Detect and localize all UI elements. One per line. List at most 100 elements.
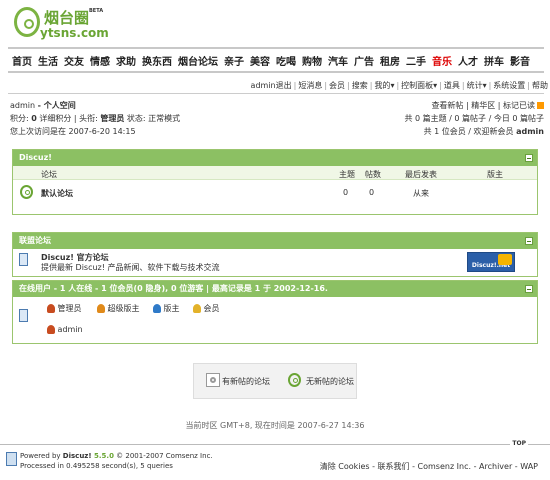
online-title-bar: 在线用户 - 1 人在线 - 1 位会员(0 隐身), 0 位游客 | 最高记录… (13, 281, 537, 297)
items-link[interactable]: 道具 (444, 81, 460, 90)
footer: TOP Powered by Discuz! 5.5.0 © 2001-2007… (0, 440, 550, 480)
new-posts-icon (206, 373, 220, 387)
nav-item-home[interactable]: 首页 (12, 53, 32, 68)
copyright: © 2001-2007 Comsenz Inc. (113, 452, 213, 460)
nav-item-carpool[interactable]: 拼车 (484, 53, 504, 68)
forum-topics: 0 (343, 188, 349, 197)
credits-label: 积分: (10, 114, 32, 123)
processing-time: Processed in 0.495258 second(s), 5 queri… (20, 462, 173, 470)
pm-link[interactable]: 短消息 (298, 81, 322, 90)
divider (8, 93, 544, 94)
logo-cn-text: 烟台圈 (44, 9, 90, 27)
category-title-bar: Discuz! (13, 150, 537, 166)
league-title: 联盟论坛 (19, 236, 51, 245)
credits-detail-link[interactable]: 详细积分 | 头衔: (37, 114, 101, 123)
user-group-legend: 管理员 超级版主 版主 会员 (47, 303, 447, 315)
nav-item-secondhand[interactable]: 二手 (406, 53, 426, 68)
nav-item-ads[interactable]: 广告 (354, 53, 374, 68)
col-lastpost: 最后发表 (405, 170, 437, 179)
nav-item-emotion[interactable]: 情感 (90, 53, 110, 68)
nav-item-swap[interactable]: 换东西 (142, 53, 172, 68)
nav-item-media[interactable]: 影音 (510, 53, 530, 68)
nav-item-music[interactable]: 音乐 (432, 53, 452, 68)
user-status: 状态: 正常模式 (124, 114, 181, 123)
nav-item-cars[interactable]: 汽车 (328, 53, 348, 68)
col-topics: 主题 (339, 170, 355, 179)
help-link[interactable]: 帮助 (532, 81, 548, 90)
quick-links[interactable]: 查看新帖 | 精华区 | 标记已读 (431, 101, 535, 110)
footer-links[interactable]: 清除 Cookies - 联系我们 - Comsenz Inc. - Archi… (320, 461, 538, 472)
collapse-icon[interactable] (525, 285, 533, 293)
online-username[interactable]: admin (58, 325, 83, 334)
logout-link[interactable]: 退出 (276, 81, 292, 90)
user-info: admin - 个人空间 积分: 0 详细积分 | 头衔: 管理员 状态: 正常… (10, 99, 180, 138)
system-settings-link[interactable]: 系统设置 (493, 81, 525, 90)
user-navigation: admin退出 | 短消息 | 会员 | 搜索 | 我的▾ | 控制面板▾ | 道具 | 统计▾ | 系统设置 |… (250, 81, 548, 90)
legend-member: 会员 (203, 304, 220, 313)
chevron-down-icon: ▾ (482, 81, 487, 90)
nav-item-yantai-forum[interactable]: 烟台论坛 (178, 53, 218, 68)
legend-admin: 管理员 (57, 304, 82, 313)
my-menu[interactable]: 我的 (374, 81, 390, 90)
control-panel-menu[interactable]: 控制面板 (401, 81, 433, 90)
collapse-icon[interactable] (525, 237, 533, 245)
online-title[interactable]: 在线用户 - 1 人在线 - 1 位会员(0 隐身), 0 位游客 | 最高记录… (19, 284, 328, 293)
version: 5.5.0 (91, 452, 114, 460)
legend-no-new-posts: 无新帖的论坛 (306, 377, 354, 386)
timezone-info: 当前时区 GMT+8, 现在时间是 2007-6-27 14:36 (185, 421, 365, 430)
online-users-box: 在线用户 - 1 人在线 - 1 位会员(0 隐身), 0 位游客 | 最高记录… (12, 280, 538, 344)
forum-posts: 0 (369, 188, 375, 197)
col-posts: 帖数 (365, 170, 381, 179)
rss-icon[interactable] (537, 102, 544, 109)
discuz-net-logo[interactable]: Discuz!.net (467, 252, 515, 272)
last-visit: 您上次访问是在 2007-6-20 14:15 (10, 127, 136, 136)
powered-by-icon (6, 452, 17, 466)
league-title-bar: 联盟论坛 (13, 233, 537, 249)
discuz-link[interactable]: Discuz! (63, 452, 92, 460)
nav-item-friends[interactable]: 交友 (64, 53, 84, 68)
category-title[interactable]: Discuz! (19, 153, 52, 162)
member-stats: 共 1 位会员 / 欢迎新会员 (423, 127, 517, 136)
nav-item-shopping[interactable]: 购物 (302, 53, 322, 68)
logo-en-text: ytsns.com (40, 26, 109, 40)
nav-item-beauty[interactable]: 美容 (250, 53, 270, 68)
main-navigation: 首页 生活 交友 情感 求助 换东西 烟台论坛 亲子 美容 吃喝 购物 汽车 广… (8, 47, 544, 73)
stats-menu[interactable]: 统计 (467, 81, 483, 90)
nav-item-rent[interactable]: 租房 (380, 53, 400, 68)
nav-item-help[interactable]: 求助 (116, 53, 136, 68)
post-stats: 共 0 篇主题 / 0 篇帖子 / 今日 0 篇帖子 (404, 114, 544, 123)
moderator-icon (153, 304, 161, 313)
collapse-icon[interactable] (525, 154, 533, 162)
nav-item-life[interactable]: 生活 (38, 53, 58, 68)
forum-table-header: 论坛 主题 帖数 最后发表 版主 (13, 166, 537, 180)
nav-item-food[interactable]: 吃喝 (276, 53, 296, 68)
search-link[interactable]: 搜索 (352, 81, 368, 90)
members-icon (19, 309, 28, 322)
logo-beta-badge: BETA (89, 8, 104, 14)
user-link[interactable]: admin (251, 81, 276, 90)
online-user[interactable]: admin (47, 325, 83, 334)
forum-icon-legend: 有新帖的论坛 无新帖的论坛 (193, 363, 357, 399)
table-row[interactable]: 默认论坛 0 0 从来 (13, 180, 537, 204)
col-mods: 版主 (487, 170, 503, 179)
nav-item-jobs[interactable]: 人才 (458, 53, 478, 68)
admin-icon (47, 325, 55, 334)
league-forum-desc: 提供最新 Discuz! 产品新闻、软件下载与技术交流 (41, 263, 220, 272)
forum-lastpost: 从来 (413, 189, 429, 198)
site-logo[interactable]: 烟台圈 BETA ytsns.com (14, 5, 109, 45)
username-link[interactable]: admin (10, 101, 35, 110)
chevron-down-icon: ▾ (433, 81, 438, 90)
no-new-posts-icon (288, 373, 301, 387)
legend-moderator: 版主 (163, 304, 180, 313)
members-link[interactable]: 会员 (329, 81, 345, 90)
powered-label: Powered by (20, 452, 63, 460)
legend-supermod: 超级版主 (107, 304, 140, 313)
newest-member-link[interactable]: admin (516, 127, 544, 136)
nav-item-parenting[interactable]: 亲子 (224, 53, 244, 68)
admin-icon (47, 304, 55, 313)
forum-name-link[interactable]: 默认论坛 (41, 188, 73, 199)
legend-new-posts: 有新帖的论坛 (222, 377, 270, 386)
member-icon (193, 304, 201, 313)
back-to-top-link[interactable]: TOP (510, 440, 528, 447)
space-link[interactable]: - 个人空间 (38, 101, 76, 110)
